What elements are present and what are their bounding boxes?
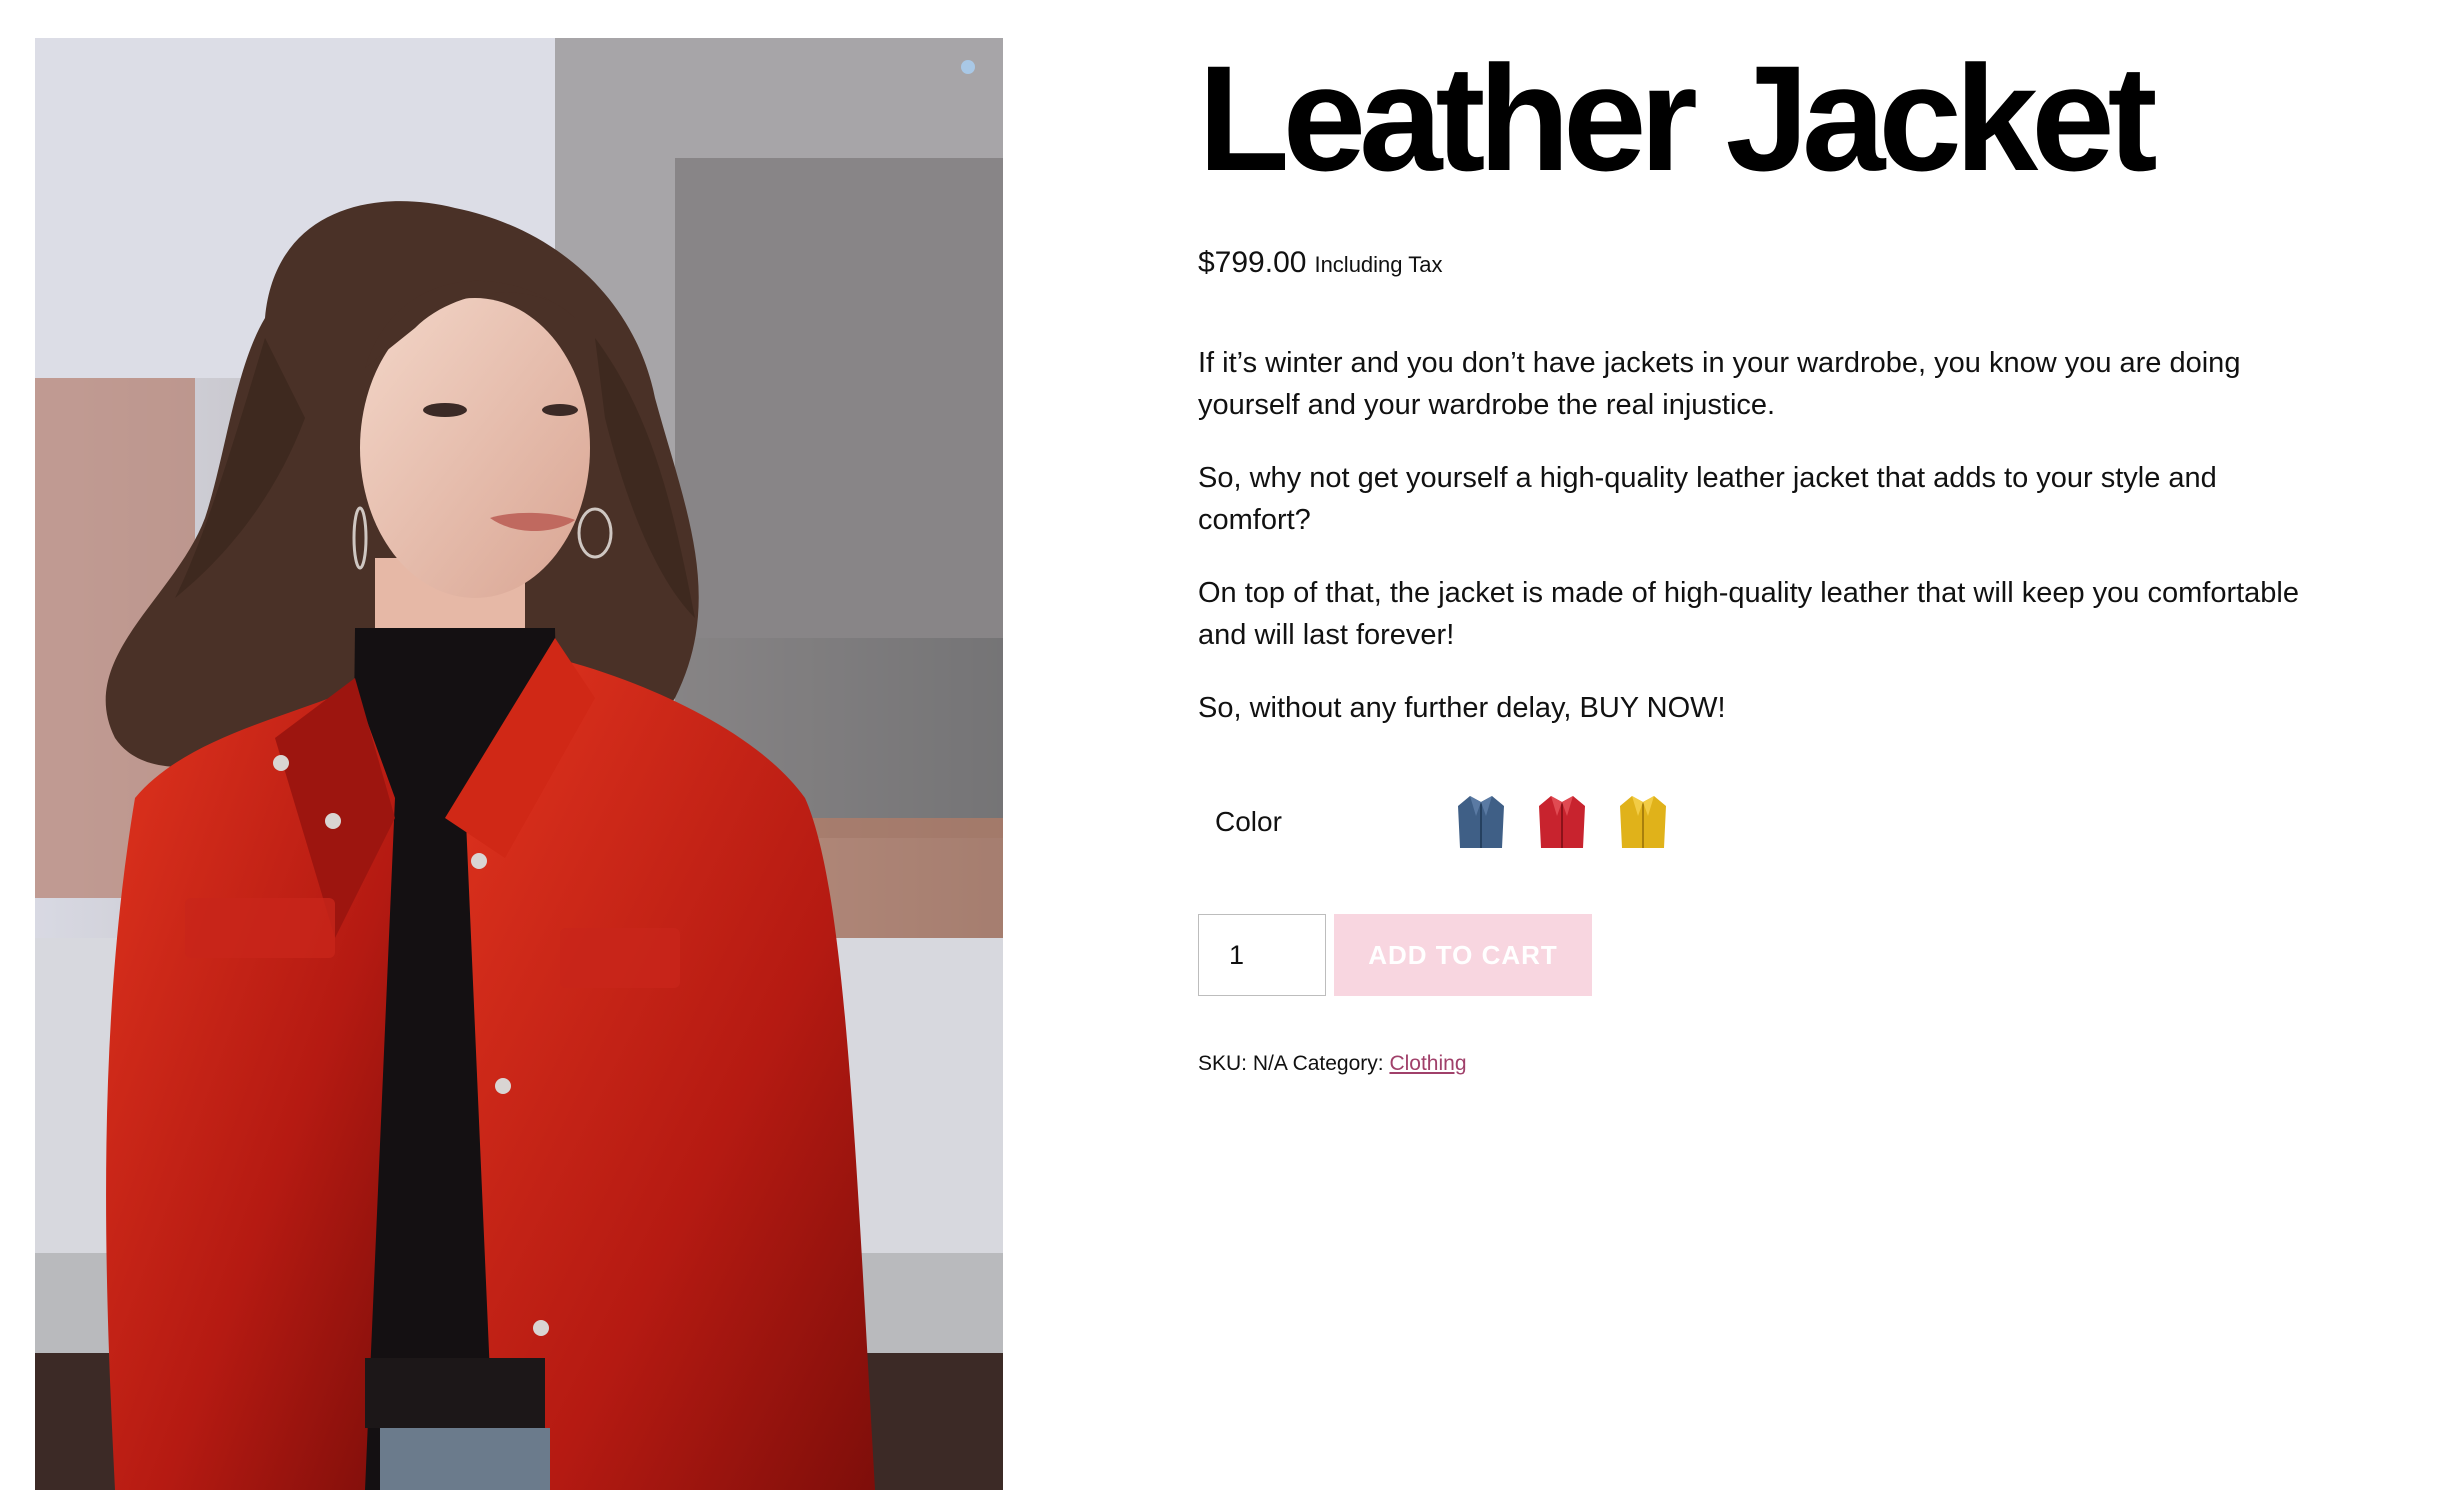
color-variations: Color bbox=[1198, 784, 2338, 860]
category-link[interactable]: Clothing bbox=[1389, 1052, 1466, 1075]
product-meta: SKU: N/A Category: Clothing bbox=[1198, 1052, 2338, 1076]
description-paragraph: So, why not get yourself a high-quality … bbox=[1198, 462, 2217, 536]
add-to-cart-form: ADD TO CART bbox=[1198, 914, 2338, 996]
description-paragraph: On top of that, the jacket is made of hi… bbox=[1198, 577, 2299, 651]
blue-jacket-swatch[interactable] bbox=[1450, 786, 1512, 858]
add-to-cart-button[interactable]: ADD TO CART bbox=[1334, 914, 1592, 996]
product-price: $799.00 bbox=[1198, 246, 1307, 279]
sku-value: N/A bbox=[1252, 1052, 1287, 1075]
product-description: If it’s winter and you don’t have jacket… bbox=[1198, 342, 2338, 729]
product-page: Leather Jacket $799.00 Including Tax If … bbox=[0, 0, 2439, 1508]
description-paragraph: So, without any further delay, BUY NOW! bbox=[1198, 692, 1726, 724]
color-swatches bbox=[1450, 786, 1693, 858]
red-jacket-swatch[interactable] bbox=[1531, 786, 1593, 858]
yellow-jacket-swatch[interactable] bbox=[1612, 786, 1674, 858]
quantity-input[interactable] bbox=[1198, 914, 1326, 996]
price-row: $799.00 Including Tax bbox=[1198, 246, 2338, 286]
product-title: Leather Jacket bbox=[1198, 34, 2158, 202]
color-label: Color bbox=[1215, 806, 1282, 837]
product-image[interactable] bbox=[35, 38, 1003, 1490]
description-paragraph: If it’s winter and you don’t have jacket… bbox=[1198, 347, 2241, 421]
category-label: Category: bbox=[1292, 1052, 1384, 1075]
sku-label: SKU: bbox=[1198, 1052, 1248, 1075]
tax-label: Including Tax bbox=[1314, 252, 1443, 277]
product-summary: Leather Jacket $799.00 Including Tax If … bbox=[1198, 38, 2338, 1076]
